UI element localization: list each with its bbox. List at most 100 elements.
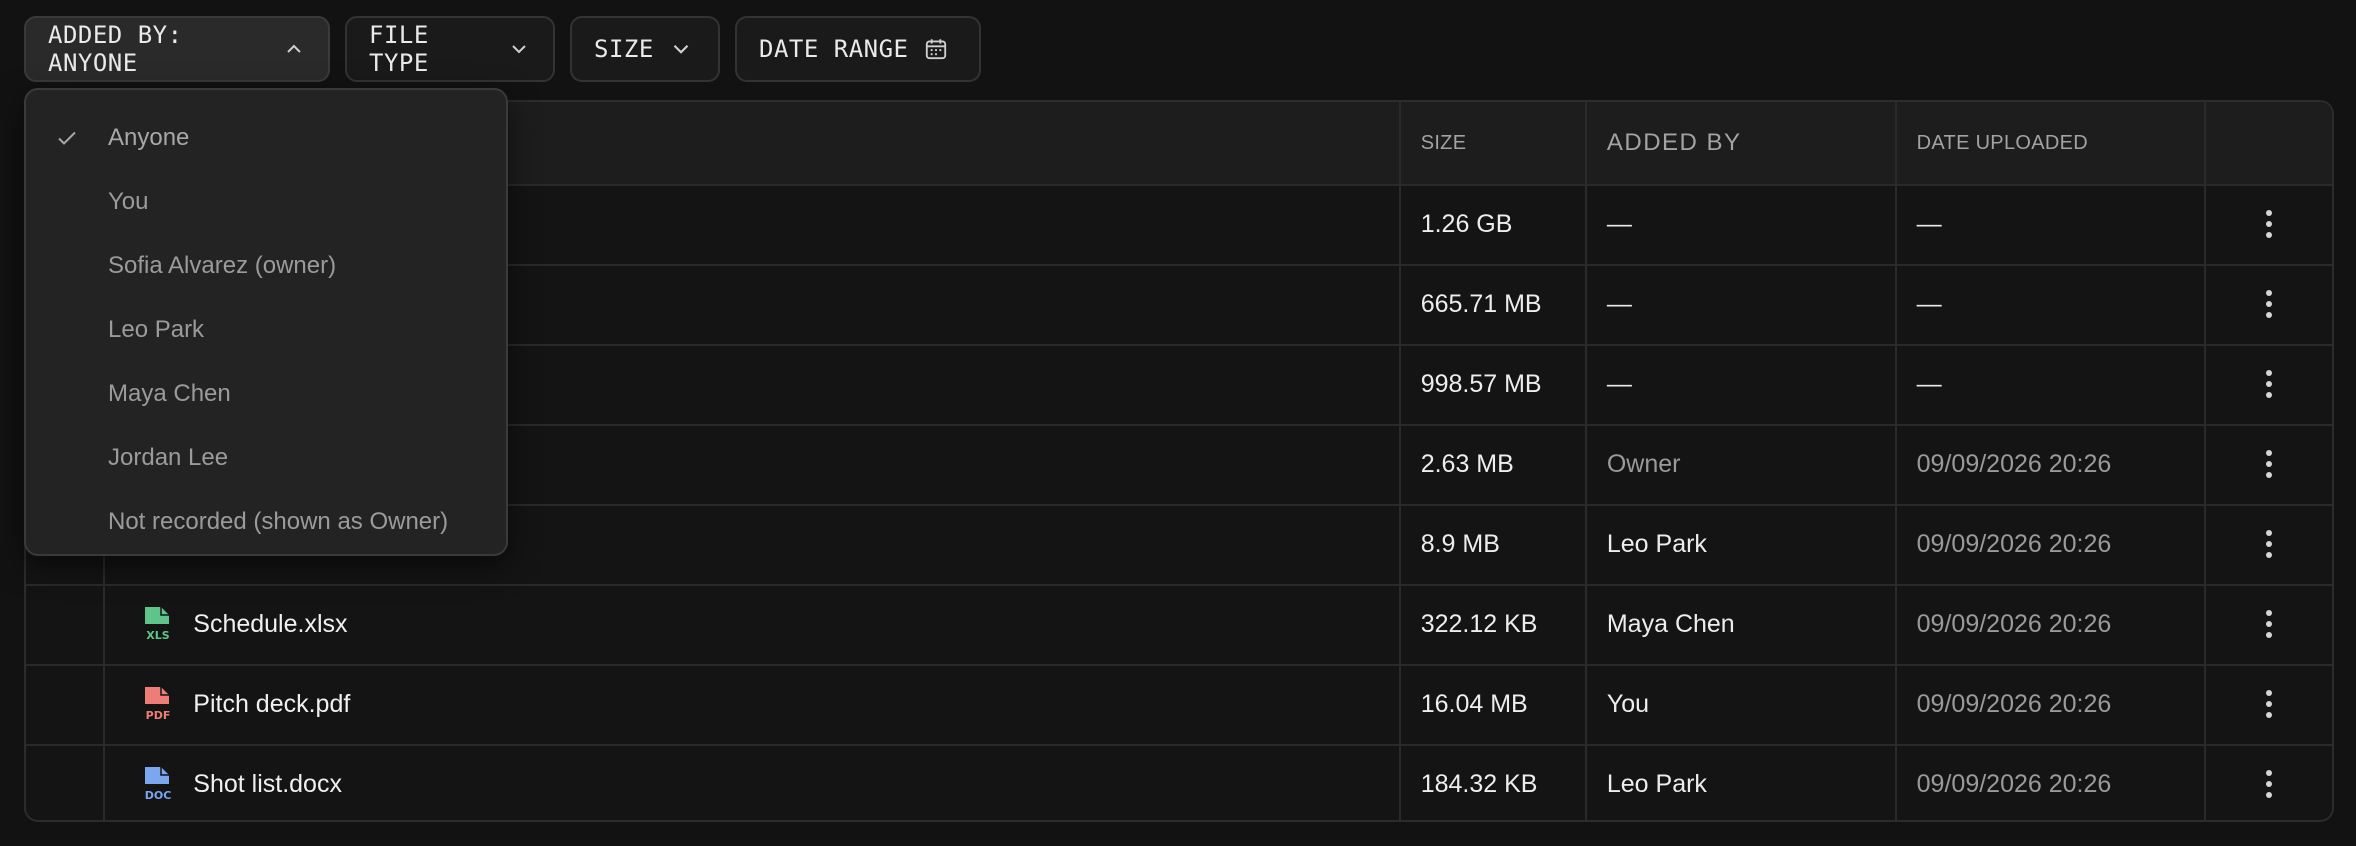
file-name[interactable]: Pitch deck.pdf [193, 690, 350, 719]
checkmark-slot [26, 126, 108, 150]
added-by-cell: You [1587, 664, 1897, 744]
file-name-cell[interactable]: PDF Pitch deck.pdf [105, 664, 1401, 744]
file-type-filter-label: FILE TYPE [369, 21, 429, 77]
row-actions-cell [2206, 744, 2332, 820]
date-uploaded-value: — [1916, 369, 1942, 398]
row-actions-cell [2206, 584, 2332, 664]
date-uploaded-cell: — [1897, 264, 2207, 344]
date-uploaded-value: 09/09/2026 20:26 [1916, 609, 2112, 638]
added-by-cell: Maya Chen [1587, 584, 1897, 664]
size-filter-label: SIZE [594, 35, 654, 63]
row-actions-cell [2206, 504, 2332, 584]
row-actions-cell [2206, 264, 2332, 344]
date-range-filter-label: DATE RANGE [759, 35, 909, 63]
more-actions-icon[interactable] [2264, 210, 2274, 238]
file-size-cell: 998.57 MB [1401, 344, 1587, 424]
added-by-value: Maya Chen [1606, 609, 1735, 638]
added-by-cell: Leo Park [1587, 744, 1897, 820]
added-by-value: Owner [1606, 449, 1681, 478]
date-uploaded-cell: — [1897, 184, 2207, 264]
chevron-down-icon [673, 44, 689, 54]
added-by-option-label: Sofia Alvarez (owner) [108, 252, 337, 279]
svg-text:PDF: PDF [146, 709, 171, 722]
added-by-option-label: You [108, 188, 149, 215]
date-uploaded-cell: 09/09/2026 20:26 [1897, 584, 2207, 664]
header-actions-cell [2206, 102, 2332, 184]
more-actions-icon[interactable] [2264, 530, 2274, 558]
added-by-value: Leo Park [1606, 769, 1707, 798]
row-actions-cell [2206, 344, 2332, 424]
svg-text:DOC: DOC [145, 789, 172, 802]
header-date-uploaded-cell[interactable]: DATE UPLOADED [1897, 102, 2207, 184]
added-by-filter-label: ADDED BY: ANYONE [48, 21, 183, 77]
file-name-cell[interactable]: DOC Shot list.docx [105, 744, 1401, 820]
added-by-option[interactable]: Jordan Lee [26, 426, 506, 490]
file-name-cell[interactable]: XLS Schedule.xlsx [105, 584, 1401, 664]
xls-file-icon: XLS [141, 606, 175, 642]
added-by-value: — [1606, 289, 1632, 318]
row-select-cell[interactable] [26, 744, 106, 820]
added-by-option[interactable]: Anyone [26, 106, 506, 170]
date-uploaded-cell: 09/09/2026 20:26 [1897, 744, 2207, 820]
chevron-up-icon [287, 44, 301, 53]
added-by-dropdown-menu: Anyone You Sofia Alvarez (owner) Leo Park Ma… [24, 88, 508, 556]
more-actions-icon[interactable] [2264, 690, 2274, 718]
table-row[interactable]: DOC Shot list.docx 184.32 KB Leo Park 09/… [26, 744, 2332, 820]
more-actions-icon[interactable] [2264, 770, 2274, 798]
chevron-down-icon [512, 45, 526, 54]
added-by-value: Leo Park [1606, 529, 1707, 558]
file-size-cell: 322.12 KB [1401, 584, 1587, 664]
added-by-cell: — [1587, 184, 1897, 264]
size-filter-button[interactable]: SIZE [570, 16, 720, 82]
more-actions-icon[interactable] [2264, 290, 2274, 318]
row-actions-cell [2206, 664, 2332, 744]
file-size: 2.63 MB [1420, 449, 1514, 478]
added-by-option[interactable]: Sofia Alvarez (owner) [26, 234, 506, 298]
calendar-icon [925, 39, 946, 60]
row-actions-cell [2206, 184, 2332, 264]
file-size: 998.57 MB [1420, 369, 1542, 398]
file-size: 665.71 MB [1420, 289, 1542, 318]
date-uploaded-cell: 09/09/2026 20:26 [1897, 424, 2207, 504]
added-by-option[interactable]: You [26, 170, 506, 234]
added-by-cell: — [1587, 344, 1897, 424]
date-uploaded-value: 09/09/2026 20:26 [1916, 449, 2112, 478]
row-select-cell[interactable] [26, 584, 106, 664]
date-uploaded-value: — [1916, 289, 1942, 318]
more-actions-icon[interactable] [2264, 370, 2274, 398]
added-by-option[interactable]: Not recorded (shown as Owner) [26, 490, 506, 554]
file-size-cell: 1.26 GB [1401, 184, 1587, 264]
date-range-filter-button[interactable]: DATE RANGE [735, 16, 981, 82]
header-added-by-cell[interactable]: ADDED BY [1587, 102, 1897, 184]
table-row[interactable]: PDF Pitch deck.pdf 16.04 MB You 09/09/202… [26, 664, 2332, 746]
added-by-option-label: Leo Park [108, 316, 205, 343]
doc-file-icon: DOC [141, 766, 175, 802]
added-by-cell: Leo Park [1587, 504, 1897, 584]
added-by-value: You [1606, 689, 1650, 718]
header-size-cell[interactable]: SIZE [1401, 102, 1587, 184]
header-size-label: SIZE [1420, 131, 1467, 154]
added-by-cell: — [1587, 264, 1897, 344]
added-by-cell: Owner [1587, 424, 1897, 504]
more-actions-icon[interactable] [2264, 450, 2274, 478]
date-uploaded-value: 09/09/2026 20:26 [1916, 769, 2112, 798]
added-by-filter-button[interactable]: ADDED BY: ANYONE [24, 16, 330, 82]
file-name[interactable]: Schedule.xlsx [193, 610, 347, 639]
added-by-option-label: Jordan Lee [108, 444, 229, 471]
file-size: 1.26 GB [1420, 209, 1513, 238]
table-row[interactable]: XLS Schedule.xlsx 322.12 KB Maya Chen 09/… [26, 584, 2332, 666]
more-actions-icon[interactable] [2264, 610, 2274, 638]
date-uploaded-value: 09/09/2026 20:26 [1916, 529, 2112, 558]
added-by-option[interactable]: Leo Park [26, 298, 506, 362]
file-size: 184.32 KB [1420, 769, 1538, 798]
header-date-uploaded-label: DATE UPLOADED [1916, 131, 2088, 154]
date-uploaded-cell: — [1897, 344, 2207, 424]
file-name[interactable]: Shot list.docx [193, 770, 342, 799]
file-type-filter-button[interactable]: FILE TYPE [345, 16, 555, 82]
date-uploaded-value: 09/09/2026 20:26 [1916, 689, 2112, 718]
filter-bar: ADDED BY: ANYONE FILE TYPE SIZE DATE RAN… [24, 16, 981, 82]
row-select-cell[interactable] [26, 664, 106, 744]
pdf-file-icon: PDF [141, 686, 175, 722]
added-by-option[interactable]: Maya Chen [26, 362, 506, 426]
file-size: 322.12 KB [1420, 609, 1538, 638]
